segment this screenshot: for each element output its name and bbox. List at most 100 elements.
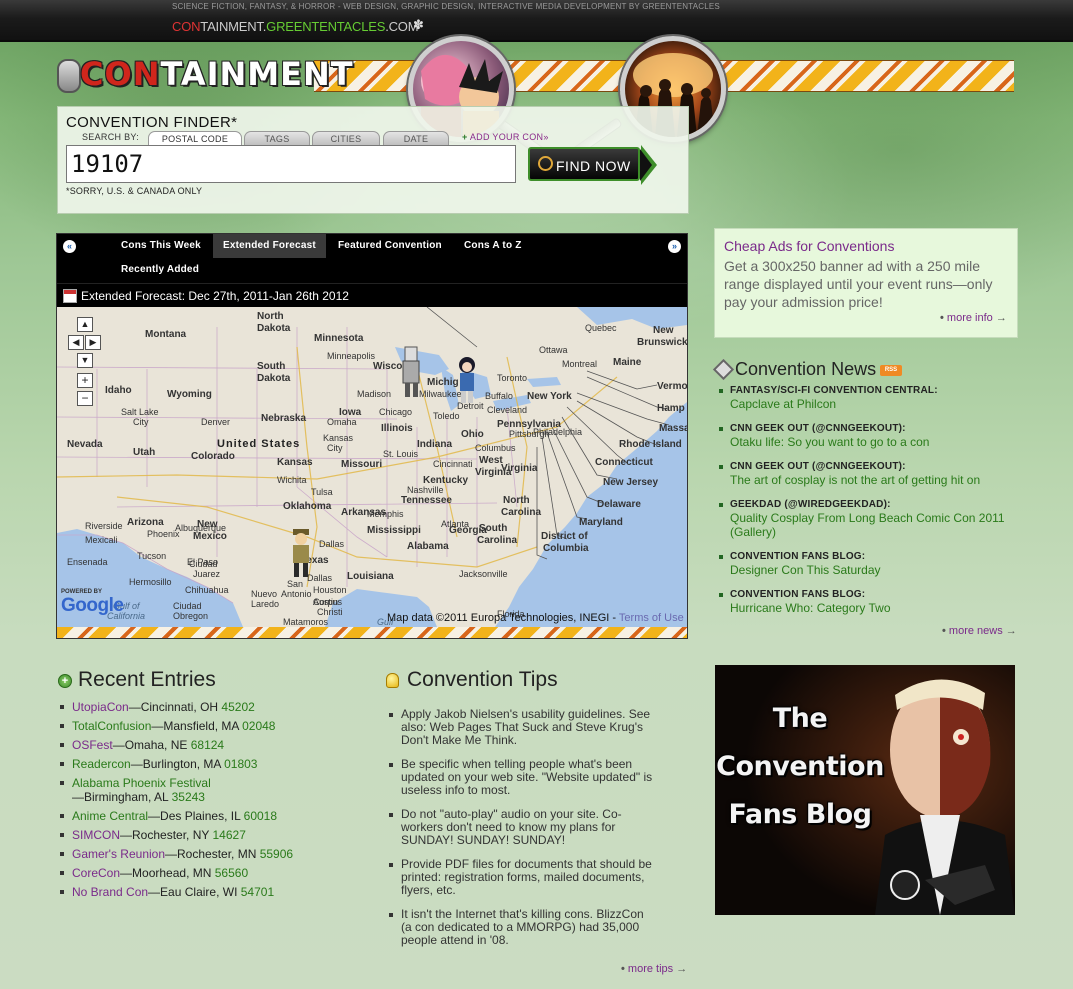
zip-link[interactable]: 55906	[260, 847, 293, 861]
zip-link[interactable]: 35243	[172, 790, 205, 804]
news-link[interactable]: Capclave at Philcon	[730, 397, 1036, 411]
svg-text:Tucson: Tucson	[137, 551, 166, 561]
zip-link[interactable]: 45202	[221, 700, 254, 714]
news-list: FANTASY/SCI-FI CONVENTION CENTRAL: Capcla…	[716, 384, 1036, 626]
tab-cons-this-week[interactable]: Cons This Week	[111, 234, 211, 258]
convention-place: Rochester, MN	[177, 847, 257, 861]
svg-text:Memphis: Memphis	[367, 509, 404, 519]
svg-text:Chihuahua: Chihuahua	[185, 585, 229, 595]
convention-place: Des Plaines, IL	[160, 809, 241, 823]
magnifier-icon	[538, 156, 553, 171]
list-item: Gamer's Reunion—Rochester, MN 55906	[58, 847, 358, 861]
tab-cons-a-to-z[interactable]: Cons A to Z	[454, 234, 532, 258]
zip-link[interactable]: 01803	[224, 757, 257, 771]
site-link-part: GREENTENTACLES	[266, 19, 386, 34]
list-item: UtopiaCon—Cincinnati, OH 45202	[58, 700, 358, 714]
svg-text:Ohio: Ohio	[461, 429, 484, 440]
svg-text:Columbia: Columbia	[543, 543, 589, 554]
convention-link[interactable]: UtopiaCon	[72, 700, 129, 714]
svg-text:Carolina: Carolina	[501, 507, 541, 518]
convention-link[interactable]: Anime Central	[72, 809, 148, 823]
site-logo[interactable]: CONTAINMENT	[80, 55, 354, 93]
convention-map[interactable]: North Dakota South Dakota Minnesota Montana…	[57, 307, 687, 627]
bullet: •	[940, 312, 944, 324]
dash: —	[128, 700, 141, 714]
convention-link[interactable]: OSFest	[72, 738, 113, 752]
convention-link[interactable]: CoreCon	[72, 866, 120, 880]
zoom-in-button[interactable]: +	[77, 373, 93, 388]
svg-text:Chicago: Chicago	[379, 407, 412, 417]
find-button-arrow-inner	[640, 149, 652, 181]
next-tab-button[interactable]: »	[668, 240, 681, 253]
news-link[interactable]: Hurricane Who: Category Two	[730, 601, 1036, 615]
zip-link[interactable]: 56560	[215, 866, 248, 880]
tab-recently-added[interactable]: Recently Added	[111, 258, 209, 282]
postal-code-input[interactable]	[66, 145, 516, 183]
zip-link[interactable]: 60018	[244, 809, 277, 823]
svg-text:Missouri: Missouri	[341, 459, 382, 470]
tab-date[interactable]: DATE	[383, 131, 449, 146]
convention-link[interactable]: Gamer's Reunion	[72, 847, 165, 861]
convention-link[interactable]: Alabama Phoenix Festival	[72, 776, 211, 790]
tab-tags[interactable]: TAGS	[244, 131, 310, 146]
svg-text:Juarez: Juarez	[193, 569, 221, 579]
blog-banner-text: The Convention Fans Blog	[715, 695, 885, 839]
svg-text:Jacksonville: Jacksonville	[459, 569, 508, 579]
svg-text:Maryland: Maryland	[579, 517, 623, 528]
list-item: No Brand Con—Eau Claire, WI 54701	[58, 885, 358, 899]
zip-link[interactable]: 02048	[242, 719, 275, 733]
svg-text:Wichita: Wichita	[277, 475, 307, 485]
list-item: OSFest—Omaha, NE 68124	[58, 738, 358, 752]
arrow-icon: →	[1005, 625, 1017, 637]
convention-link[interactable]: No Brand Con	[72, 885, 148, 899]
pan-left-button[interactable]: ◀	[68, 335, 84, 350]
terms-of-use-link[interactable]: Terms of Use	[619, 612, 684, 624]
pan-down-button[interactable]: ▼	[77, 353, 93, 368]
svg-text:Virginia: Virginia	[475, 467, 512, 478]
news-link[interactable]: The art of cosplay is not the art of get…	[730, 473, 1036, 487]
tab-extended-forecast[interactable]: Extended Forecast	[213, 234, 326, 258]
svg-text:Wisco: Wisco	[373, 361, 402, 372]
svg-text:Ciudad: Ciudad	[173, 601, 202, 611]
lightbulb-icon	[386, 673, 399, 688]
rss-icon[interactable]: RSS	[880, 365, 902, 376]
convention-link[interactable]: TotalConfusion	[72, 719, 151, 733]
tab-cities[interactable]: CITIES	[312, 131, 380, 146]
svg-text:Nevada: Nevada	[67, 439, 103, 450]
google-logo[interactable]: Google	[61, 595, 124, 617]
news-heading: Convention News	[735, 359, 877, 379]
zip-link[interactable]: 14627	[213, 828, 246, 842]
svg-text:New: New	[653, 325, 674, 336]
convention-link[interactable]: Readercon	[72, 757, 131, 771]
convention-place: Omaha, NE	[124, 738, 188, 752]
news-link[interactable]: Designer Con This Saturday	[730, 563, 1036, 577]
add-your-con-link[interactable]: + ADD YOUR CON»	[462, 132, 549, 142]
zoom-out-button[interactable]: −	[77, 391, 93, 406]
zip-link[interactable]: 68124	[191, 738, 224, 752]
more-news-link[interactable]: • more news →	[942, 625, 1017, 637]
svg-text:Denver: Denver	[201, 417, 230, 427]
logo-mark	[57, 59, 81, 93]
more-info-link[interactable]: • more info →	[940, 312, 1007, 324]
gear-icon[interactable]: ✽	[413, 17, 424, 33]
convention-place: Burlington, MA	[142, 757, 221, 771]
zip-link[interactable]: 54701	[241, 885, 274, 899]
news-link[interactable]: Otaku life: So you want to go to a con	[730, 435, 1036, 449]
convention-fans-blog-banner[interactable]: The Convention Fans Blog	[715, 665, 1015, 915]
convention-link[interactable]: SIMCON	[72, 828, 120, 842]
svg-text:West: West	[479, 455, 503, 466]
news-link[interactable]: Quality Cosplay From Long Beach Comic Co…	[730, 511, 1036, 539]
dash: —	[72, 790, 84, 804]
pan-right-button[interactable]: ▶	[85, 335, 101, 350]
tab-postal-code[interactable]: POSTAL CODE	[148, 131, 242, 146]
prev-tab-button[interactable]: «	[63, 240, 76, 253]
svg-text:Cincinnati: Cincinnati	[433, 459, 473, 469]
svg-text:Columbus: Columbus	[475, 443, 516, 453]
pan-up-button[interactable]: ▲	[77, 317, 93, 332]
svg-text:Houston: Houston	[313, 585, 347, 595]
news-item: CONVENTION FANS BLOG: Hurricane Who: Cate…	[716, 588, 1036, 615]
cheap-ads-link[interactable]: Cheap Ads for Conventions	[724, 238, 894, 254]
tab-featured-convention[interactable]: Featured Convention	[328, 234, 452, 258]
more-tips-link[interactable]: • more tips →	[621, 963, 687, 975]
site-link[interactable]: CONTAINMENT.GREENTENTACLES.COM	[172, 19, 419, 34]
